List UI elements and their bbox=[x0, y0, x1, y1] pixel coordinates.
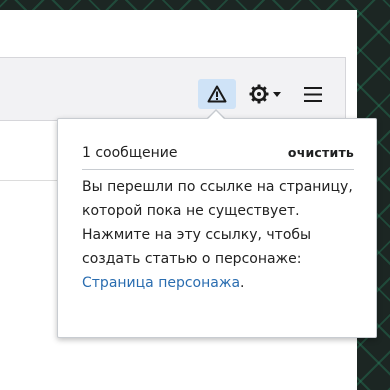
toolbar bbox=[0, 57, 346, 121]
popup-header: 1 сообщение очистить bbox=[82, 145, 354, 170]
caret-down-icon bbox=[273, 91, 281, 97]
warning-triangle-icon bbox=[207, 85, 227, 103]
gear-icon bbox=[249, 84, 269, 104]
message-text-1: Вы перешли по ссылке на страницу, которо… bbox=[82, 179, 353, 219]
content-divider bbox=[0, 180, 60, 181]
main-menu-button[interactable] bbox=[296, 79, 330, 109]
settings-button[interactable] bbox=[244, 79, 286, 109]
notifications-popup: 1 сообщение очистить Вы перешли по ссылк… bbox=[57, 118, 377, 338]
link-suffix: . bbox=[240, 275, 245, 291]
notification-message: Вы перешли по ссылке на страницу, которо… bbox=[82, 175, 362, 295]
popup-arrow-fill bbox=[207, 111, 225, 120]
clear-button[interactable]: очистить bbox=[288, 145, 354, 160]
message-count: 1 сообщение bbox=[82, 145, 178, 161]
character-page-link[interactable]: Страница персонажа bbox=[82, 275, 240, 291]
hamburger-menu-icon bbox=[304, 86, 322, 102]
message-link-line: Страница персонажа. bbox=[82, 271, 362, 295]
notifications-button[interactable] bbox=[198, 79, 236, 109]
message-text-2: Нажмите на эту ссылку, чтобы создать ста… bbox=[82, 227, 312, 267]
